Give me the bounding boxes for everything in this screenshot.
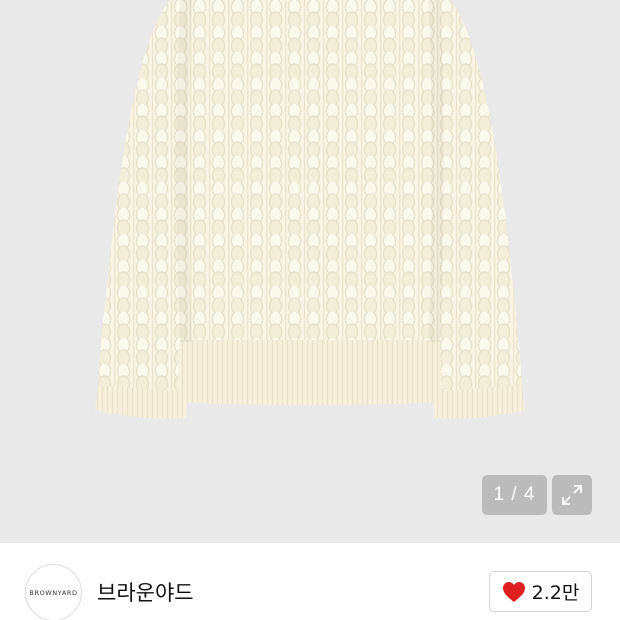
image-counter: 1 / 4	[482, 475, 547, 515]
expand-image-button[interactable]	[552, 475, 592, 515]
product-image-gallery[interactable]: 1 / 4	[0, 0, 620, 543]
seller-avatar[interactable]: BROWNYARD	[25, 564, 82, 620]
like-button[interactable]: 2.2만	[489, 571, 592, 612]
seller-name[interactable]: 브라운야드	[97, 577, 194, 607]
heart-icon	[502, 581, 525, 602]
seller-logo-text: BROWNYARD	[29, 588, 78, 597]
product-image-cable-knit-sweater	[95, 0, 525, 419]
seller-bar: BROWNYARD 브라운야드 2.2만	[0, 543, 620, 620]
like-count: 2.2만	[531, 582, 580, 604]
expand-icon	[562, 485, 582, 505]
